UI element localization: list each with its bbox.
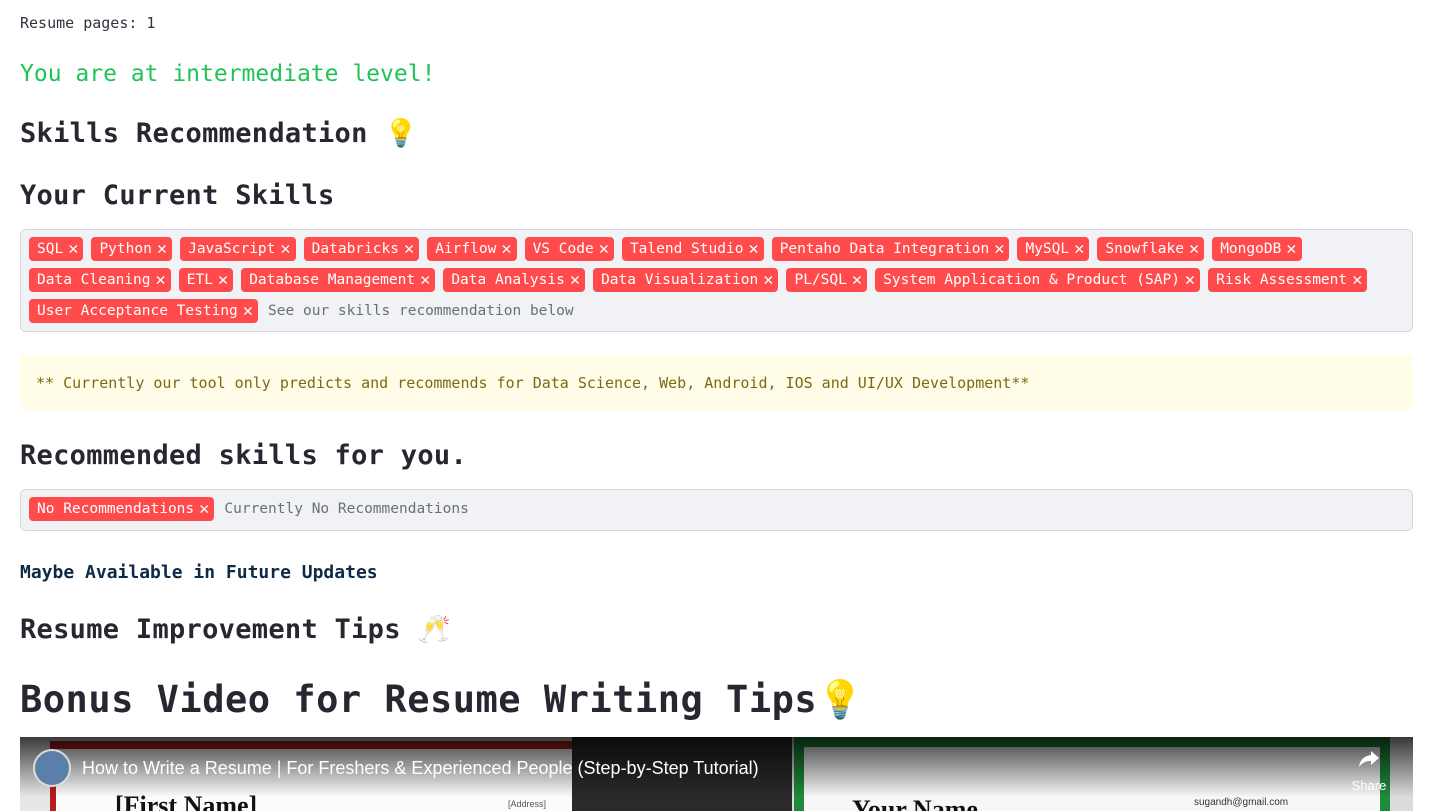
skill-tag-label: Talend Studio bbox=[629, 241, 744, 257]
recommended-skills-placeholder[interactable]: Currently No Recommendations bbox=[222, 501, 468, 517]
skill-tag-label: Data Cleaning bbox=[37, 272, 151, 288]
skill-tag[interactable]: User Acceptance Testing ✕ bbox=[29, 299, 259, 323]
video-title[interactable]: How to Write a Resume | For Freshers & E… bbox=[82, 758, 759, 779]
current-skills-heading: Your Current Skills bbox=[20, 180, 335, 211]
video-doc-address: [Address] bbox=[508, 799, 547, 809]
remove-tag-icon[interactable]: ✕ bbox=[599, 240, 609, 258]
skill-tag[interactable]: SQL ✕ bbox=[29, 237, 84, 261]
recommended-skills-tag-list: No Recommendations ✕ Currently No Recommen… bbox=[21, 490, 1412, 526]
skill-tag[interactable]: Database Management ✕ bbox=[241, 268, 436, 292]
skill-tag[interactable]: System Application & Product (SAP) ✕ bbox=[875, 268, 1201, 292]
remove-tag-icon[interactable]: ✕ bbox=[243, 302, 253, 320]
skill-tag[interactable]: No Recommendations ✕ bbox=[29, 497, 215, 521]
skills-recommendation-title: Skills Recommendation bbox=[20, 118, 368, 149]
video-doc-email: sugandh@gmail.com bbox=[1194, 797, 1289, 808]
skill-tag[interactable]: Snowflake ✕ bbox=[1097, 237, 1205, 261]
remove-tag-icon[interactable]: ✕ bbox=[218, 271, 228, 289]
skill-tag-label: Database Management bbox=[249, 272, 416, 288]
lightbulb-icon: 💡 bbox=[817, 678, 864, 721]
remove-tag-icon[interactable]: ✕ bbox=[280, 240, 290, 258]
skill-tag-label: ETL bbox=[186, 272, 213, 288]
resume-tips-title: Resume Improvement Tips bbox=[20, 614, 401, 645]
info-note: ** Currently our tool only predicts and … bbox=[20, 355, 1413, 410]
lightbulb-icon: 💡 bbox=[384, 118, 419, 149]
remove-tag-icon[interactable]: ✕ bbox=[1185, 271, 1195, 289]
skill-tag[interactable]: Data Visualization ✕ bbox=[593, 268, 779, 292]
skill-tag[interactable]: Databricks ✕ bbox=[303, 237, 420, 261]
skill-tag[interactable]: Pentaho Data Integration ✕ bbox=[771, 237, 1010, 261]
skill-tag-label: Risk Assessment bbox=[1216, 272, 1348, 288]
skill-tag[interactable]: Airflow ✕ bbox=[427, 237, 517, 261]
skill-tag[interactable]: VS Code ✕ bbox=[524, 237, 614, 261]
remove-tag-icon[interactable]: ✕ bbox=[68, 240, 78, 258]
share-arrow-icon bbox=[1351, 749, 1387, 774]
skill-tag[interactable]: PL/SQL ✕ bbox=[786, 268, 868, 292]
remove-tag-icon[interactable]: ✕ bbox=[1189, 240, 1199, 258]
skill-tag-label: Snowflake bbox=[1105, 241, 1184, 257]
remove-tag-icon[interactable]: ✕ bbox=[1286, 240, 1296, 258]
remove-tag-icon[interactable]: ✕ bbox=[1352, 271, 1362, 289]
remove-tag-icon[interactable]: ✕ bbox=[1074, 240, 1084, 258]
recommended-skills-heading: Recommended skills for you. bbox=[20, 440, 467, 471]
remove-tag-icon[interactable]: ✕ bbox=[156, 271, 166, 289]
skill-tag-label: MySQL bbox=[1025, 241, 1070, 257]
resume-pages-text: Resume pages: 1 bbox=[20, 14, 156, 32]
remove-tag-icon[interactable]: ✕ bbox=[994, 240, 1004, 258]
skill-tag[interactable]: ETL ✕ bbox=[178, 268, 234, 292]
skill-tag-label: Data Visualization bbox=[601, 272, 759, 288]
skill-tag-label: Airflow bbox=[435, 241, 497, 257]
remove-tag-icon[interactable]: ✕ bbox=[763, 271, 773, 289]
video-doc-name-right: Your Name bbox=[852, 795, 978, 811]
skill-tag[interactable]: Python ✕ bbox=[91, 237, 173, 261]
future-updates-text: Maybe Available in Future Updates bbox=[20, 562, 378, 583]
bonus-video-heading: Bonus Video for Resume Writing Tips💡 bbox=[20, 678, 864, 722]
skill-tag-label: User Acceptance Testing bbox=[37, 303, 238, 319]
skill-tag-label: SQL bbox=[37, 241, 64, 257]
skill-tag[interactable]: MySQL ✕ bbox=[1017, 237, 1090, 261]
share-button[interactable]: Share bbox=[1351, 749, 1387, 793]
level-message: You are at intermediate level! bbox=[20, 61, 436, 87]
skill-tag-label: System Application & Product (SAP) bbox=[883, 272, 1180, 288]
remove-tag-icon[interactable]: ✕ bbox=[570, 271, 580, 289]
remove-tag-icon[interactable]: ✕ bbox=[157, 240, 167, 258]
current-skills-tag-list: SQL ✕ Python ✕ JavaScript ✕ Databricks ✕ Airflow… bbox=[21, 230, 1412, 328]
skill-tag[interactable]: Talend Studio ✕ bbox=[621, 237, 764, 261]
current-skills-multiselect[interactable]: SQL ✕ Python ✕ JavaScript ✕ Databricks ✕ Airflow… bbox=[20, 229, 1413, 332]
skill-tag[interactable]: JavaScript ✕ bbox=[180, 237, 296, 261]
current-skills-placeholder[interactable]: See our skills recommendation below bbox=[266, 303, 574, 319]
skill-tag[interactable]: MongoDB ✕ bbox=[1212, 237, 1302, 261]
skill-tag-label: Pentaho Data Integration bbox=[779, 241, 990, 257]
resume-tips-heading: Resume Improvement Tips 🥂 bbox=[20, 613, 451, 645]
skill-tag-label: PL/SQL bbox=[794, 272, 847, 288]
skill-tag-label: MongoDB bbox=[1220, 241, 1282, 257]
remove-tag-icon[interactable]: ✕ bbox=[420, 271, 430, 289]
skill-tag[interactable]: Data Cleaning ✕ bbox=[29, 268, 171, 292]
skill-tag[interactable]: Data Analysis ✕ bbox=[443, 268, 586, 292]
recommended-skills-multiselect[interactable]: No Recommendations ✕ Currently No Recommen… bbox=[20, 489, 1413, 531]
remove-tag-icon[interactable]: ✕ bbox=[748, 240, 758, 258]
channel-avatar[interactable] bbox=[33, 749, 71, 787]
skill-tag-label: JavaScript bbox=[188, 241, 276, 257]
skill-tag-label: Data Analysis bbox=[451, 272, 565, 288]
skills-recommendation-heading: Skills Recommendation 💡 bbox=[20, 117, 418, 149]
skill-tag-label: VS Code bbox=[532, 241, 594, 257]
skill-tag-label: No Recommendations bbox=[37, 501, 195, 517]
bonus-video-title: Bonus Video for Resume Writing Tips bbox=[20, 678, 818, 721]
skill-tag-label: Databricks bbox=[311, 241, 399, 257]
share-label: Share bbox=[1351, 778, 1387, 793]
clinking-glasses-icon: 🥂 bbox=[417, 614, 452, 645]
remove-tag-icon[interactable]: ✕ bbox=[852, 271, 862, 289]
remove-tag-icon[interactable]: ✕ bbox=[404, 240, 414, 258]
skill-tag[interactable]: Risk Assessment ✕ bbox=[1208, 268, 1368, 292]
remove-tag-icon[interactable]: ✕ bbox=[501, 240, 511, 258]
youtube-video-embed[interactable]: [First Name] [Address] Your Name sugandh… bbox=[20, 737, 1413, 811]
remove-tag-icon[interactable]: ✕ bbox=[199, 500, 209, 518]
skill-tag-label: Python bbox=[99, 241, 152, 257]
